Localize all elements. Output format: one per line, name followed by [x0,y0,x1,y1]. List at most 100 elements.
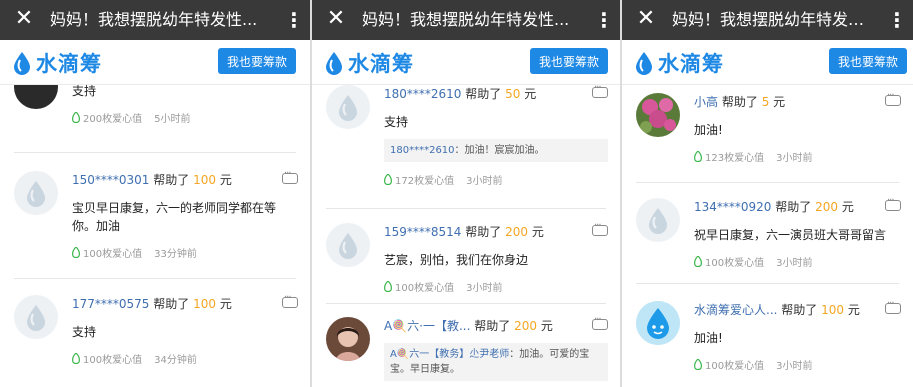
donation-feed[interactable]: 小高 帮助了 5 元 加油! 123枚爱心值 3小时前 [622,85,913,387]
default-avatar [14,171,58,215]
donation-amount: 100 [193,173,217,187]
more-options-icon[interactable]: ⋮ [284,8,304,32]
donor-name[interactable]: 小高 [694,95,718,109]
donation-header: 水滴筹爱心人... 帮助了 100 元 [694,301,901,319]
donor-name[interactable]: 180****2610 [384,87,461,101]
more-options-icon[interactable]: ⋮ [594,8,614,32]
close-icon[interactable]: ✕ [633,6,659,32]
donation-amount: 200 [505,225,529,239]
brand-bar: 水滴筹 我也要筹款 [312,40,620,85]
start-fundraising-button[interactable]: 我也要筹款 [530,48,608,74]
amount-unit: 元 [540,319,553,333]
donor-name[interactable]: 159****8514 [384,225,461,239]
helped-label: 帮助了 [153,297,190,311]
start-fundraising-button[interactable]: 我也要筹款 [829,48,907,74]
donation-message: 祝早日康复，六一演员班大哥哥留言 [694,228,887,242]
leaf-icon [72,247,80,258]
donation-header: 177****0575 帮助了 100 元 [72,295,298,313]
page-title: 妈妈！我想摆脱幼年特发性... [362,10,570,29]
water-drop-avatar-icon [27,305,45,331]
comment-icon[interactable] [282,168,298,184]
photo-avatar [636,93,680,137]
heart-points: 100枚爱心值 [705,258,765,269]
amount-unit: 元 [219,297,232,311]
donation-amount: 200 [514,319,537,333]
donation-time: 5小时前 [154,114,191,125]
water-drop-logo-icon [14,52,30,75]
avatar [14,85,58,109]
divider [326,303,606,304]
divider [636,182,899,183]
helped-label: 帮助了 [781,303,818,317]
reply-author[interactable]: 180****2610 [390,145,455,156]
leaf-icon [694,151,702,162]
helped-label: 帮助了 [721,95,758,109]
helped-label: 帮助了 [474,319,511,333]
comment-icon[interactable] [885,298,901,314]
donor-name[interactable]: A🍭六·一【教... [384,319,470,333]
donation-time: 3小时前 [466,176,503,187]
leaf-icon [72,353,80,364]
start-fundraising-button[interactable]: 我也要筹款 [218,48,296,74]
reply-author[interactable]: A🍭六一【教务】尐尹老师 [390,349,509,360]
default-avatar [636,198,680,242]
heart-points: 100枚爱心值 [395,283,455,294]
divider [14,152,296,153]
heart-points: 100枚爱心值 [83,249,143,260]
donation-header: A🍭六·一【教... 帮助了 200 元 [384,317,608,335]
donation-feed[interactable]: 支持 200枚爱心值 5小时前 150****0301 帮助了 100 元 ··… [0,85,310,387]
amount-unit: 元 [219,173,232,187]
donation-header: 小高 帮助了 5 元 [694,93,901,111]
screen-panel-1: ✕ 妈妈！我想摆脱幼年特发性... ⋮ 水滴筹 我也要筹款 支持 200枚爱心值… [0,0,310,387]
close-icon[interactable]: ✕ [11,6,37,32]
screen-panel-2: ✕ 妈妈！我想摆脱幼年特发性... ⋮ 水滴筹 我也要筹款 180****261… [312,0,620,387]
comment-icon[interactable] [885,90,901,106]
default-avatar [326,85,370,129]
donation-amount: 5 [761,95,770,109]
donor-name[interactable]: 177****0575 [72,297,149,311]
donor-name[interactable]: 134****0920 [694,200,771,214]
heart-points: 200枚爱心值 [83,114,143,125]
comment-icon[interactable] [592,85,608,98]
amount-unit: 元 [847,303,860,317]
donation-meta: 100枚爱心值 3小时前 [694,254,901,269]
more-options-icon[interactable]: ⋮ [887,8,907,32]
heart-points: 172枚爱心值 [395,176,455,187]
reply-box: A🍭六一【教务】尐尹老师：加油。可爱的宝宝。早日康复。 [384,343,608,381]
donation-message: 支持 [72,325,97,339]
comment-icon[interactable] [885,195,901,211]
donation-meta: 100枚爱心值 34分钟前 [72,351,298,366]
comment-icon[interactable] [592,314,608,330]
leaf-icon [384,281,392,292]
default-avatar [14,295,58,339]
donation-message: 支持 [384,115,409,129]
amount-unit: 元 [524,87,537,101]
screen-panel-3: ✕ 妈妈！我想摆脱幼年特发性... ⋮ 水滴筹 我也要筹款 小高 帮助了 5 元… [622,0,913,387]
amount-unit: 元 [531,225,544,239]
donor-name[interactable]: 150****0301 [72,173,149,187]
close-icon[interactable]: ✕ [323,6,349,32]
donation-time: 3小时前 [776,361,813,372]
water-drop-mascot-icon [636,301,680,345]
donation-amount: 100 [821,303,845,317]
donation-time: 3小时前 [466,283,503,294]
water-drop-logo-icon [326,52,342,75]
helped-label: 帮助了 [153,173,190,187]
logo: 水滴筹 [634,50,724,76]
comment-icon[interactable] [592,220,608,236]
mascot-avatar [636,301,680,345]
donation-time: 3小时前 [776,153,813,164]
leaf-icon [694,256,702,267]
donation-meta: 100枚爱心值 33分钟前 [72,245,298,260]
comment-icon[interactable] [282,292,298,308]
amount-unit: 元 [773,95,786,109]
top-bar: ✕ 妈妈！我想摆脱幼年特发性... ⋮ [312,0,620,40]
donation-header: 150****0301 帮助了 100 元 [72,171,298,189]
donor-name[interactable]: 水滴筹爱心人... [694,303,777,317]
page-title: 妈妈！我想摆脱幼年特发性... [50,10,258,29]
donation-feed[interactable]: 180****2610 帮助了 50 元 支持 180****2610：加油！宸… [312,85,620,387]
page-title: 妈妈！我想摆脱幼年特发性... [672,10,873,29]
donation-meta: 123枚爱心值 3小时前 [694,149,901,164]
donation-time: 3小时前 [776,258,813,269]
brand-name: 水滴筹 [348,52,414,76]
